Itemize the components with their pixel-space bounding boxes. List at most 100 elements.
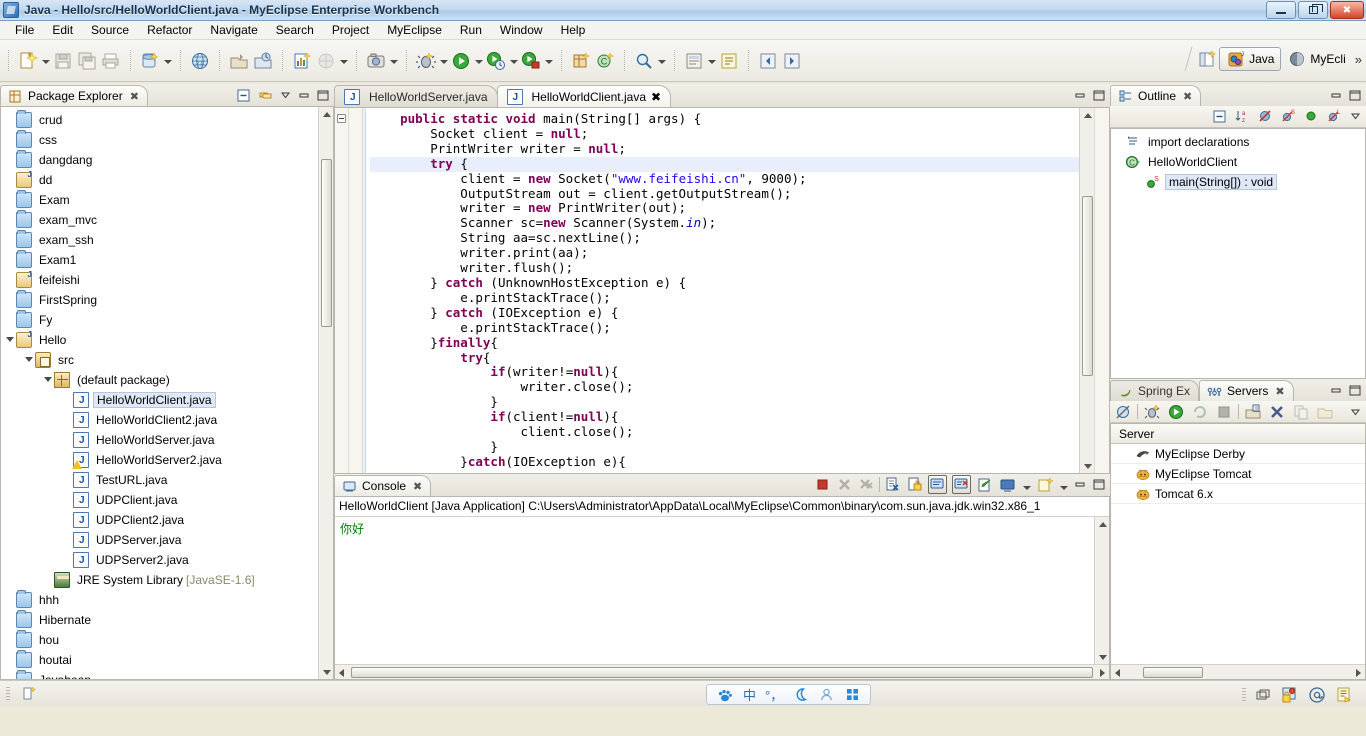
outline-body[interactable]: import declarations C HelloWorldClient Smai… [1110,128,1366,379]
debug-dropdown-arrow[interactable] [438,50,449,72]
tab-console[interactable]: Console ✖ [334,475,432,496]
menu-navigate[interactable]: Navigate [201,21,266,39]
security-alert-icon[interactable] [1281,686,1299,704]
outline-item-main-string-void[interactable]: Smain(String[]) : void [1111,172,1365,192]
expand-arrow-icon[interactable] [24,352,35,368]
tree-item-hhh[interactable]: hhh [1,590,333,610]
pin-editor-icon[interactable] [683,50,705,72]
maximize-icon[interactable] [1092,88,1106,104]
tab-spring-explorer[interactable]: Spring Ex [1110,380,1200,401]
new-class-icon[interactable]: C [594,50,616,72]
tree-item-crud[interactable]: crud [1,110,333,130]
perspective-myeclipse[interactable]: MyEcli [1281,48,1351,70]
maximize-icon[interactable] [1348,382,1362,399]
email-icon[interactable] [1308,686,1326,704]
scroll-down-arrow[interactable] [1097,651,1108,663]
menu-file[interactable]: File [6,21,43,39]
new-wizard-dropdown-arrow[interactable] [40,50,51,72]
expand-arrow-icon[interactable] [43,372,54,388]
tree-item-helloworldclient2-java[interactable]: HelloWorldClient2.java [1,410,333,430]
editor-code[interactable]: public static void main(String[] args) {… [366,108,1094,473]
editor-tab-helloworldserver[interactable]: HelloWorldServer.java [334,85,498,107]
minimize-icon[interactable] [1073,88,1087,104]
menu-source[interactable]: Source [82,21,138,39]
tab-outline[interactable]: Outline ✖ [1110,85,1202,106]
editor-vertical-scrollbar[interactable] [1079,108,1094,473]
minimize-icon[interactable] [1329,87,1343,104]
scroll-right-arrow[interactable] [1353,667,1364,678]
deploy-icon[interactable] [228,50,250,72]
scroll-right-arrow[interactable] [1097,667,1108,678]
sort-icon[interactable]: az [1234,108,1251,125]
restore-windows-icon[interactable] [1254,686,1272,704]
maximize-icon[interactable] [1092,476,1106,493]
minimize-button[interactable] [1266,1,1296,19]
server-row[interactable]: MyEclipse Derby [1111,444,1365,464]
clear-console-icon[interactable] [884,476,901,493]
run-dropdown-arrow[interactable] [473,50,484,72]
perspective-overflow[interactable]: » [1355,52,1362,67]
scrollbar-thumb[interactable] [351,667,1093,678]
run-external-dropdown-arrow[interactable] [543,50,554,72]
scroll-down-arrow[interactable] [1082,460,1093,472]
close-icon[interactable]: ✖ [1275,385,1284,398]
collapse-all-icon[interactable] [1211,108,1228,125]
start-debug-icon[interactable] [1143,403,1161,421]
report-icon[interactable] [291,50,313,72]
tree-item-src[interactable]: src [1,350,333,370]
ime-toolbar[interactable]: 中 °， [706,684,872,705]
hide-local-types-icon[interactable]: L [1326,108,1343,125]
editor-body[interactable]: public static void main(String[] args) {… [334,107,1110,474]
perspective-java[interactable]: J Java [1219,47,1282,71]
scroll-up-arrow[interactable] [1097,518,1108,530]
tree-item-hibernate[interactable]: Hibernate [1,610,333,630]
tree-item-javabean[interactable]: Javabean [1,670,333,679]
tree-item-default-package[interactable]: (default package) [1,370,333,390]
restore-button[interactable] [1298,1,1328,19]
console-horizontal-scrollbar[interactable] [335,664,1109,679]
run-external-icon[interactable] [520,50,542,72]
annotation-icon[interactable] [718,50,740,72]
show-console-on-error-icon[interactable] [952,475,971,494]
new-console-dropdown-arrow[interactable] [1058,476,1069,493]
scroll-left-arrow[interactable] [1112,667,1123,678]
outline-item-import-declarations[interactable]: import declarations [1111,132,1365,152]
user-icon[interactable] [819,687,834,702]
tree-item-helloworldserver-java[interactable]: HelloWorldServer.java [1,430,333,450]
tree-item-udpserver-java[interactable]: UDPServer.java [1,530,333,550]
open-perspective-icon[interactable] [1196,48,1218,70]
close-icon[interactable]: ✖ [1183,90,1192,103]
view-menu-icon[interactable] [279,87,292,104]
tree-item-exam1[interactable]: Exam1 [1,250,333,270]
menu-window[interactable]: Window [491,21,552,39]
servers-body[interactable]: Server MyEclipse Derby MyEclipse Tomcat To… [1110,423,1366,680]
tree-item-hello[interactable]: Hello [1,330,333,350]
tree-item-dangdang[interactable]: dangdang [1,150,333,170]
console-body[interactable]: HelloWorldClient [Java Application] C:\U… [334,496,1110,680]
tree-item-jre-system-library[interactable]: JRE System Library [JavaSE-1.6] [1,570,333,590]
lock-scroll-icon[interactable] [906,476,923,493]
tree-item-fy[interactable]: Fy [1,310,333,330]
server-row[interactable]: MyEclipse Tomcat [1111,464,1365,484]
new-console-view-icon[interactable] [1036,476,1054,494]
run-history-icon[interactable] [485,50,507,72]
menu-refactor[interactable]: Refactor [138,21,201,39]
package-explorer-tree[interactable]: crud css dangdang dd Exam exam_mvc exam_ssh Exa… [1,107,333,679]
scroll-up-arrow[interactable] [321,108,332,120]
tree-item-helloworldserver2-java[interactable]: HelloWorldServer2.java [1,450,333,470]
menu-edit[interactable]: Edit [43,21,82,39]
new-wizard-icon[interactable] [17,50,39,72]
editor-overview-ruler[interactable] [1094,108,1109,473]
tree-item-testurl-java[interactable]: TestURL.java [1,470,333,490]
link-with-editor-icon[interactable] [257,87,274,104]
snapshot-icon[interactable] [365,50,387,72]
menu-run[interactable]: Run [451,21,491,39]
tree-item-exam[interactable]: Exam [1,190,333,210]
close-icon[interactable]: ✖ [413,480,422,493]
hide-fields-icon[interactable] [1257,108,1274,125]
tree-item-css[interactable]: css [1,130,333,150]
menu-help[interactable]: Help [552,21,595,39]
refresh-deploy-icon[interactable] [252,50,274,72]
close-button[interactable]: ✖ [1330,1,1364,19]
close-icon[interactable]: ✖ [651,90,661,104]
